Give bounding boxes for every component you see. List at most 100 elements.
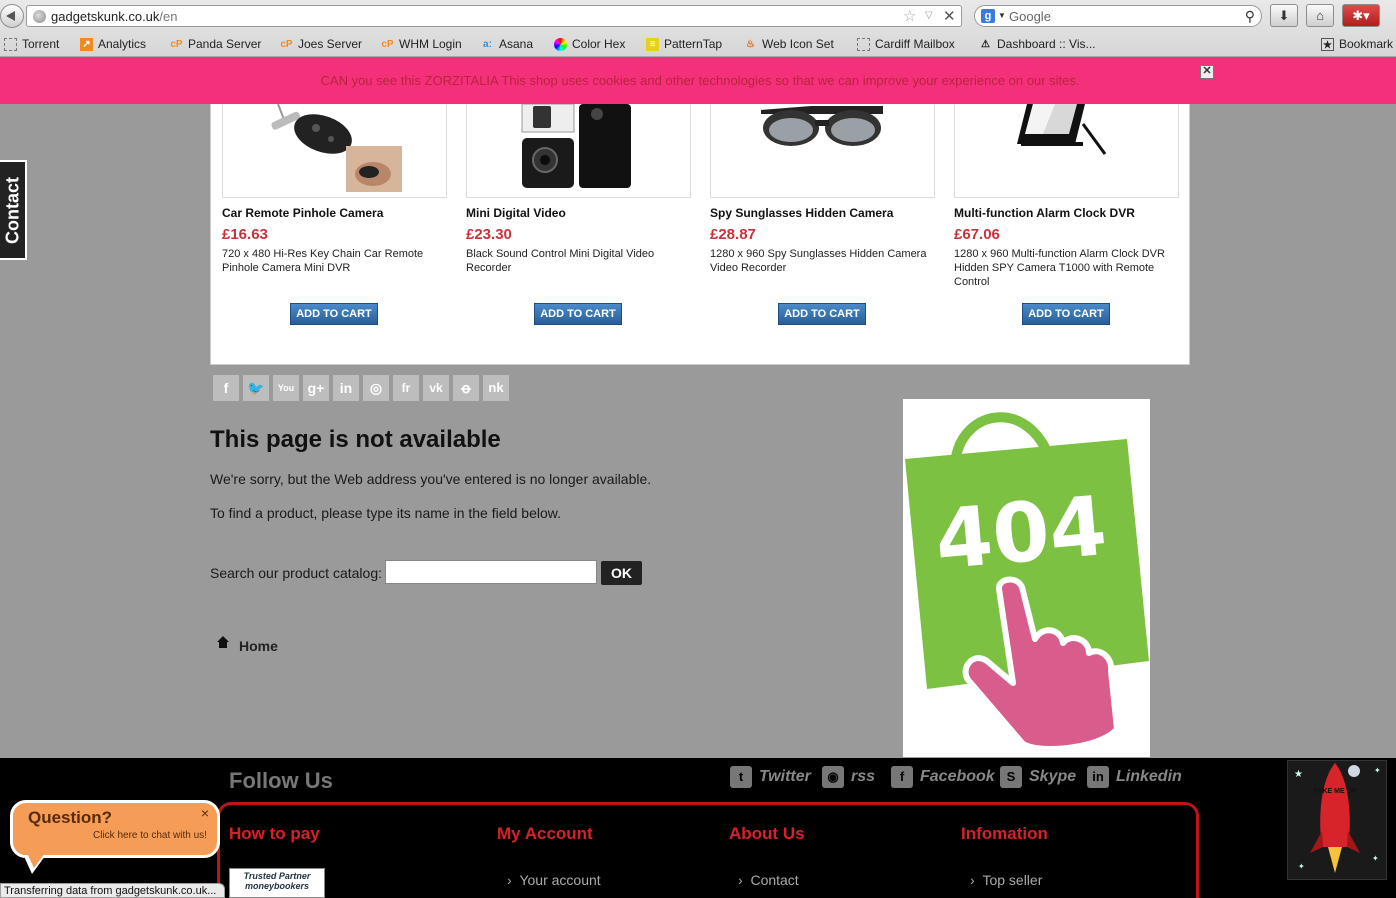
product-name[interactable]: Car Remote Pinhole Camera	[222, 206, 383, 220]
search-ok-button[interactable]: OK	[601, 561, 642, 585]
youtube-icon[interactable]: You	[273, 375, 299, 401]
404-illustration: 404	[903, 399, 1150, 757]
history-dropdown-icon[interactable]: ▽	[925, 10, 933, 21]
add-to-cart-button[interactable]: ADD TO CART	[1022, 303, 1110, 325]
nk-icon[interactable]: nk	[483, 375, 509, 401]
error-message: We're sorry, but the Web address you've …	[210, 471, 652, 487]
back-button[interactable]	[0, 4, 24, 28]
product-image[interactable]	[710, 104, 935, 198]
bookmark-star-icon[interactable]: ☆	[903, 7, 916, 25]
url-bar[interactable]: gadgetskunk.co.uk/en ☆ ▽ ✕	[26, 5, 962, 27]
engine-dropdown-icon[interactable]: ▼	[998, 11, 1006, 20]
chat-subtitle: Click here to chat with us!	[93, 830, 207, 841]
linkedin-icon: in	[1087, 766, 1109, 788]
addon-button[interactable]: ✱▾	[1342, 4, 1380, 27]
analytics-icon: ↗	[80, 37, 93, 51]
bookmark-item[interactable]: ♨ Web Icon Set	[744, 37, 834, 51]
instagram-icon[interactable]: ◎	[363, 375, 389, 401]
product-price: £67.06	[954, 226, 1000, 243]
cookie-close-button[interactable]: ✕	[1200, 65, 1214, 79]
contact-tab[interactable]: Contact	[0, 160, 27, 260]
chevron-right-icon: ›	[507, 872, 520, 888]
vk-icon[interactable]: vk	[423, 375, 449, 401]
chat-widget[interactable]: Question? Click here to chat with us! ×	[10, 800, 220, 858]
scroll-to-top-rocket[interactable]: ★ ✦ ✦ ✦ TAKE ME UP	[1287, 760, 1387, 880]
bookmark-item[interactable]: Color Hex	[554, 37, 625, 51]
browser-chrome: gadgetskunk.co.uk/en ☆ ▽ ✕ g ▼ Google ⚲ …	[0, 0, 1396, 57]
cookie-text: CAN you see this ZORZITALIA This shop us…	[320, 73, 1080, 88]
chat-title: Question?	[28, 808, 113, 827]
footer-social-skype[interactable]: S Skype	[1000, 766, 1076, 788]
friendfeed-icon[interactable]: fr	[393, 375, 419, 401]
stop-icon[interactable]: ✕	[943, 7, 956, 25]
google-plus-icon[interactable]: g+	[303, 375, 329, 401]
bookmarks-menu[interactable]: ★ Bookmark	[1321, 37, 1393, 51]
star-icon: ✦	[1372, 854, 1379, 863]
product-image[interactable]	[466, 104, 691, 198]
google-icon[interactable]: g	[981, 9, 995, 23]
search-bar[interactable]: g ▼ Google ⚲	[974, 5, 1262, 27]
bookmark-item[interactable]: ≡ PatternTap	[646, 37, 722, 51]
twitter-icon[interactable]: 🐦	[243, 375, 269, 401]
cpanel-icon: cP	[381, 38, 394, 50]
add-to-cart-button[interactable]: ADD TO CART	[778, 303, 866, 325]
product-price: £16.63	[222, 226, 268, 243]
footer-social-linkedin[interactable]: in Linkedin	[1087, 766, 1182, 788]
twitter-icon: t	[730, 766, 752, 788]
skype-icon: S	[1000, 766, 1022, 788]
product-description: 1280 x 960 Multi-function Alarm Clock DV…	[954, 248, 1165, 288]
color-wheel-icon	[554, 37, 567, 51]
search-placeholder: Google	[1009, 9, 1051, 24]
chevron-right-icon: ›	[738, 872, 751, 888]
bookmarks-toolbar: Torrent ↗ Analytics cP Panda Server cP Joes…	[0, 34, 1396, 56]
odnoklassniki-icon[interactable]: ꝋ	[453, 375, 479, 401]
downloads-button[interactable]: ⬇	[1270, 4, 1298, 27]
product-name[interactable]: Spy Sunglasses Hidden Camera	[710, 206, 893, 220]
footer-link-your-account[interactable]: › Your account	[507, 872, 601, 888]
add-to-cart-button[interactable]: ADD TO CART	[534, 303, 622, 325]
footer-heading-how-to-pay: How to pay	[229, 824, 320, 843]
bookmark-item[interactable]: ↗ Analytics	[80, 37, 146, 51]
home-link[interactable]: Home	[239, 638, 278, 654]
product-description: 1280 x 960 Spy Sunglasses Hidden Camera …	[710, 248, 927, 274]
chat-close-button[interactable]: ×	[201, 805, 209, 821]
bookmark-item[interactable]: cP WHM Login	[381, 37, 461, 51]
product-name[interactable]: Mini Digital Video	[466, 206, 566, 220]
footer-link-top-seller[interactable]: › Top seller	[970, 872, 1042, 888]
add-to-cart-button[interactable]: ADD TO CART	[290, 303, 378, 325]
product-name[interactable]: Multi-function Alarm Clock DVR	[954, 206, 1135, 220]
product-image[interactable]	[222, 104, 447, 198]
footer-social-twitter[interactable]: t Twitter	[730, 766, 811, 788]
footer-link-contact[interactable]: › Contact	[738, 872, 799, 888]
bookmark-item[interactable]: cP Joes Server	[280, 37, 362, 51]
browser-status-bar: Transferring data from gadgetskunk.co.uk…	[0, 883, 225, 898]
footer-social-facebook[interactable]: f Facebook	[891, 766, 995, 788]
flame-icon: ♨	[746, 38, 755, 50]
home-icon	[217, 636, 229, 648]
rocket-label: TAKE ME UP	[1314, 788, 1357, 795]
bookmark-item[interactable]: ⚠ Dashboard :: Vis...	[979, 37, 1095, 51]
search-instruction: To find a product, please type its name …	[210, 505, 561, 521]
cookie-banner: CAN you see this ZORZITALIA This shop us…	[0, 57, 1396, 104]
bookmark-item[interactable]: a: Asana	[481, 37, 533, 51]
catalog-search-input[interactable]	[385, 560, 597, 584]
linkedin-icon[interactable]: in	[333, 375, 359, 401]
home-button[interactable]: ⌂	[1306, 4, 1334, 27]
facebook-icon[interactable]: f	[213, 375, 239, 401]
social-share-bar: f 🐦 You g+ in ◎ fr vk ꝋ nk	[213, 375, 509, 401]
search-label: Search our product catalog:	[210, 565, 382, 581]
bookmark-item[interactable]: Torrent	[4, 37, 59, 51]
footer-social-rss[interactable]: ◉ rss	[822, 766, 875, 788]
facebook-icon: f	[891, 766, 913, 788]
download-icon: ⬇	[1278, 8, 1290, 23]
asana-icon: a:	[483, 38, 492, 50]
product-image[interactable]	[954, 104, 1179, 198]
star-icon: ✦	[1298, 862, 1305, 871]
globe-icon	[33, 10, 46, 23]
product-price: £23.30	[466, 226, 512, 243]
footer-heading-about-us: About Us	[729, 824, 805, 843]
search-icon[interactable]: ⚲	[1245, 8, 1255, 25]
bookmark-item[interactable]: Cardiff Mailbox	[857, 37, 955, 51]
bookmark-item[interactable]: cP Panda Server	[170, 37, 261, 51]
product-description: 720 x 480 Hi-Res Key Chain Car Remote Pi…	[222, 248, 424, 274]
